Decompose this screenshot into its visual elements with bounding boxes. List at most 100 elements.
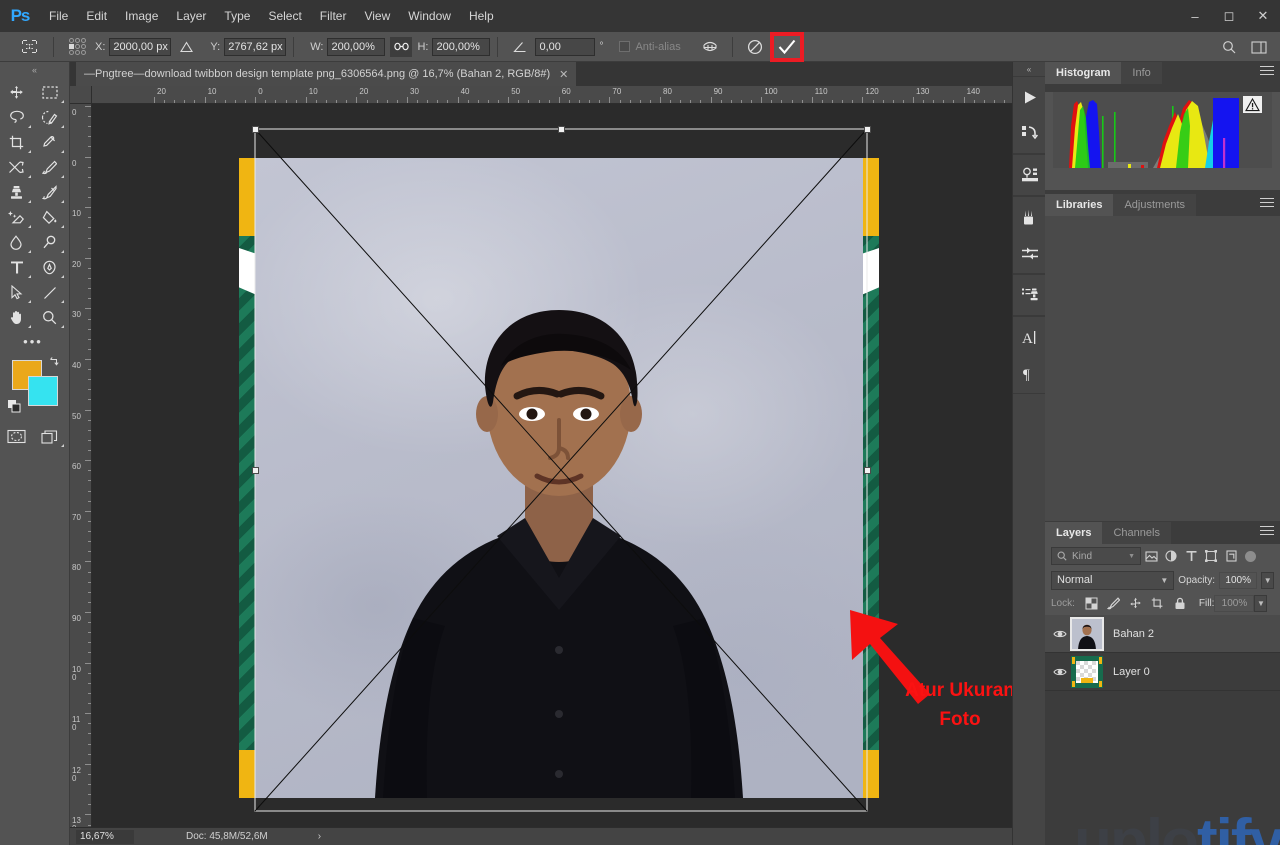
zoom-tool[interactable] [33, 305, 66, 330]
eraser-tool[interactable] [0, 205, 33, 230]
clone-source-icon[interactable] [1013, 277, 1046, 313]
arrange-documents-icon[interactable] [1244, 34, 1274, 60]
brush-tool[interactable] [33, 155, 66, 180]
tab-libraries[interactable]: Libraries [1045, 194, 1114, 216]
hand-tool[interactable] [0, 305, 33, 330]
history-icon[interactable] [1013, 115, 1046, 151]
minimize-button[interactable]: – [1178, 0, 1212, 32]
lock-all-icon[interactable] [1169, 594, 1191, 614]
zoom-level-field[interactable]: 16,67% [76, 829, 134, 844]
spot-healing-brush-tool[interactable] [0, 155, 33, 180]
chevron-down-icon[interactable]: ▼ [1160, 576, 1168, 585]
character-panel-icon[interactable]: A [1013, 319, 1046, 355]
eyedropper-tool[interactable] [33, 130, 66, 155]
filter-pixel-icon[interactable] [1141, 547, 1161, 565]
delta-triangle-icon[interactable] [171, 34, 201, 60]
collapse-rail-arrows[interactable]: « [1013, 62, 1045, 76]
filter-shape-icon[interactable] [1201, 547, 1221, 565]
move-tool[interactable] [0, 80, 33, 105]
close-button[interactable]: ✕ [1246, 0, 1280, 32]
chain-link-icon[interactable] [390, 36, 413, 57]
tab-histogram[interactable]: Histogram [1045, 62, 1122, 84]
lasso-tool[interactable] [0, 105, 33, 130]
table-row[interactable]: Layer 0 [1045, 653, 1280, 691]
fill-dropdown-icon[interactable]: ▼ [1254, 595, 1268, 612]
tab-info[interactable]: Info [1121, 62, 1162, 84]
menu-type[interactable]: Type [215, 0, 259, 32]
lock-transparency-icon[interactable] [1081, 594, 1103, 614]
free-transform-icon[interactable] [12, 33, 46, 60]
table-row[interactable]: Bahan 2 [1045, 615, 1280, 653]
pen-tool[interactable] [33, 255, 66, 280]
filter-enable-toggle[interactable] [1245, 550, 1256, 562]
menu-view[interactable]: View [355, 0, 399, 32]
filter-type-icon[interactable] [1181, 547, 1201, 565]
filter-smartobject-icon[interactable] [1221, 547, 1241, 565]
libraries-panel-body[interactable] [1045, 216, 1280, 521]
document-tab[interactable]: —Pngtree—download twibbon design templat… [76, 62, 577, 86]
menu-select[interactable]: Select [259, 0, 310, 32]
clone-stamp-tool[interactable] [0, 180, 33, 205]
tab-adjustments[interactable]: Adjustments [1113, 194, 1196, 216]
reference-point-grid[interactable] [69, 38, 86, 55]
cached-data-warning-icon[interactable] [1243, 96, 1262, 113]
opacity-value[interactable]: 100% [1218, 571, 1258, 589]
portrait-photo-thumbnail[interactable] [1070, 616, 1104, 651]
cancel-transform-icon[interactable] [740, 34, 770, 60]
quick-mask-mode-icon[interactable] [0, 424, 33, 449]
panel-menu-icon[interactable] [1260, 66, 1274, 78]
search-icon[interactable] [1214, 34, 1244, 60]
play-actions-icon[interactable] [1013, 79, 1046, 115]
blend-mode-select[interactable]: Normal ▼ [1051, 570, 1175, 590]
height-input[interactable]: 200,00% [432, 37, 491, 56]
rotate-angle-icon[interactable] [505, 34, 535, 60]
brush-settings-icon[interactable] [1013, 199, 1046, 235]
screen-mode-icon[interactable] [33, 424, 66, 449]
angle-input[interactable]: 0,00 [535, 37, 596, 56]
device-preview-icon[interactable] [1013, 157, 1046, 193]
filter-adjustment-icon[interactable] [1161, 547, 1181, 565]
dodge-tool[interactable] [33, 230, 66, 255]
layer-visibility-toggle[interactable] [1049, 667, 1071, 677]
menu-window[interactable]: Window [399, 0, 460, 32]
edit-toolbar-ellipsis[interactable]: ••• [0, 330, 66, 352]
default-colors-icon[interactable] [8, 400, 21, 416]
horizontal-type-tool[interactable] [0, 255, 33, 280]
fill-value[interactable]: 100% [1214, 595, 1255, 612]
path-selection-tool[interactable] [0, 280, 33, 305]
twibbon-template-thumbnail[interactable] [1071, 655, 1103, 688]
menu-filter[interactable]: Filter [311, 0, 356, 32]
anti-alias-checkbox[interactable] [619, 41, 631, 52]
x-input[interactable]: 2000,00 px [109, 37, 172, 56]
line-tool[interactable] [33, 280, 66, 305]
menu-image[interactable]: Image [116, 0, 167, 32]
quick-selection-tool[interactable] [33, 105, 66, 130]
panel-menu-icon[interactable] [1260, 526, 1274, 538]
chevron-down-icon[interactable]: ▼ [1128, 553, 1135, 560]
horizontal-ruler[interactable]: 2010010203040506070809010011012013014015… [92, 86, 1012, 104]
menu-layer[interactable]: Layer [167, 0, 215, 32]
lock-image-icon[interactable] [1103, 594, 1125, 614]
menu-file[interactable]: File [40, 0, 77, 32]
menu-help[interactable]: Help [460, 0, 503, 32]
tab-channels[interactable]: Channels [1102, 522, 1171, 544]
panel-menu-icon[interactable] [1260, 198, 1274, 210]
y-input[interactable]: 2767,62 px [224, 37, 287, 56]
rectangular-marquee-tool[interactable] [33, 80, 66, 105]
warp-mode-icon[interactable] [695, 34, 725, 60]
blur-tool[interactable] [0, 230, 33, 255]
opacity-dropdown-icon[interactable]: ▼ [1261, 571, 1274, 589]
swap-colors-icon[interactable] [49, 356, 60, 370]
layer-kind-filter[interactable]: Kind ▼ [1051, 547, 1141, 565]
lock-position-icon[interactable] [1125, 594, 1147, 614]
collapse-rail-arrows[interactable]: « [0, 62, 69, 78]
maximize-button[interactable]: ◻ [1212, 0, 1246, 32]
commit-transform-checkmark[interactable] [769, 31, 804, 62]
layer-visibility-toggle[interactable] [1049, 629, 1071, 639]
status-expand-arrow[interactable]: › [318, 831, 321, 842]
crop-tool[interactable] [0, 130, 33, 155]
paint-bucket-tool[interactable] [33, 205, 66, 230]
lock-artboard-icon[interactable] [1147, 594, 1169, 614]
background-color-swatch[interactable] [28, 376, 58, 406]
paragraph-panel-icon[interactable]: ¶ [1013, 355, 1046, 391]
